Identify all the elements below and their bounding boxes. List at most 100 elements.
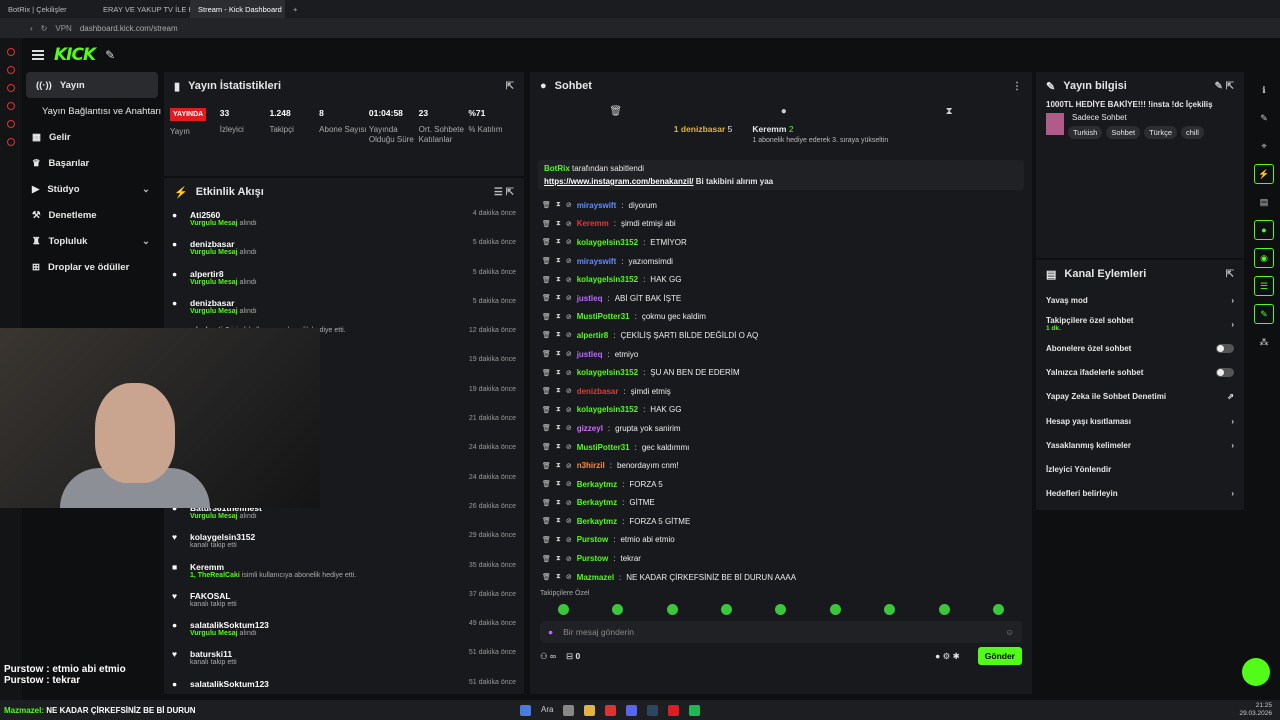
send-button[interactable]: Gönder xyxy=(977,647,1022,666)
chat-username[interactable]: MustiPotter31 xyxy=(577,312,630,321)
folder-icon[interactable] xyxy=(584,704,596,716)
ban-icon[interactable]: ⊘ xyxy=(566,573,572,581)
delete-message-icon[interactable]: 🗑 xyxy=(542,424,551,432)
category-thumbnail[interactable] xyxy=(1046,113,1064,135)
timeout-icon[interactable]: ⧗ xyxy=(556,257,561,265)
ban-icon[interactable]: ⊘ xyxy=(566,201,572,209)
chat-username[interactable]: mirayswift xyxy=(577,257,617,266)
ban-icon[interactable]: ⊘ xyxy=(566,555,572,563)
ban-icon[interactable]: ⊘ xyxy=(566,517,572,525)
rail-icon[interactable] xyxy=(7,66,15,74)
ban-icon[interactable]: ⊘ xyxy=(566,313,572,321)
rail-icon[interactable] xyxy=(7,102,15,110)
rail-icon[interactable] xyxy=(7,120,15,128)
ban-icon[interactable]: ⊘ xyxy=(566,536,572,544)
list-icon[interactable]: ☰ xyxy=(1254,276,1274,296)
activity-user[interactable]: Ati2560 xyxy=(190,210,257,220)
chat-username[interactable]: mirayswift xyxy=(577,201,617,210)
chat-username[interactable]: Purstow xyxy=(577,554,609,563)
kick-logo[interactable]: KICK xyxy=(54,45,96,65)
delete-message-icon[interactable]: 🗑 xyxy=(542,499,551,507)
bolt-icon[interactable]: ⚡ xyxy=(1254,164,1274,184)
timeout-icon[interactable]: ⧗ xyxy=(556,499,561,507)
rail-icon[interactable] xyxy=(7,138,15,146)
points-icon[interactable]: ⚇ ∞ xyxy=(540,651,556,662)
spotify-icon[interactable] xyxy=(689,704,701,716)
chat-username[interactable]: Mazmazel xyxy=(577,573,614,582)
timeout-icon[interactable]: ⧗ xyxy=(556,480,561,488)
tag[interactable]: Turkish xyxy=(1068,126,1103,139)
chat-message[interactable]: 🗑 ⧗ ⊘ Purstow: etmio abi etmio xyxy=(530,531,1032,550)
channel-action-item[interactable]: Yavaş mod › xyxy=(1036,288,1244,312)
popout-icon[interactable]: ⇱ xyxy=(1226,269,1234,280)
timeout-icon[interactable]: ⧗ xyxy=(556,573,561,581)
chat-username[interactable]: kolaygelsin3152 xyxy=(577,368,638,377)
ban-icon[interactable]: ⊘ xyxy=(566,369,572,377)
channel-action-item[interactable]: Yalnızca ifadelerle sohbet xyxy=(1036,361,1244,385)
sidebar-item-basarilar[interactable]: ♛ Başarılar xyxy=(22,150,162,176)
channel-action-item[interactable]: Takipçilere özel sohbet 1 dk. › xyxy=(1036,312,1244,336)
timeout-icon[interactable]: ⧗ xyxy=(556,424,561,432)
timeout-icon[interactable]: ⧗ xyxy=(556,536,561,544)
activity-user[interactable]: baturski11 xyxy=(190,649,237,659)
timeout-icon[interactable]: ⧗ xyxy=(556,443,561,451)
new-tab-button[interactable]: + xyxy=(285,0,305,18)
emote[interactable] xyxy=(557,603,569,615)
ban-icon[interactable]: ⊘ xyxy=(566,387,572,395)
timeout-icon[interactable]: ⧗ xyxy=(556,387,561,395)
chat-username[interactable]: n3hirzil xyxy=(577,461,605,470)
clock[interactable]: 21:25 29.03.2026 xyxy=(1239,702,1272,718)
activity-user[interactable]: Keremm xyxy=(190,562,356,572)
timeout-icon[interactable]: ⧗ xyxy=(556,517,561,525)
chat-username[interactable]: Keremm xyxy=(577,219,609,228)
trash-icon[interactable]: 🗑 xyxy=(609,106,622,117)
chat-username[interactable]: alpertir8 xyxy=(577,331,609,340)
tag[interactable]: Türkçe xyxy=(1144,126,1178,139)
activity-user[interactable]: salatalikSoktum123 xyxy=(190,620,269,630)
emoji-icon[interactable]: ☺ xyxy=(1005,627,1014,637)
activity-user[interactable]: FAKOSAL xyxy=(190,591,237,601)
chat-message[interactable]: 🗑 ⧗ ⊘ justleq: ABİ GİT BAK İŞTE xyxy=(530,289,1032,308)
chat-message[interactable]: 🗑 ⧗ ⊘ denizbasar: şimdi etmiş xyxy=(530,382,1032,401)
chat-username[interactable]: denizbasar xyxy=(577,387,619,396)
timeout-icon[interactable]: ⧗ xyxy=(556,350,561,358)
ban-icon[interactable]: ⊘ xyxy=(566,443,572,451)
sidebar-item-gelir[interactable]: ▦ Gelir xyxy=(22,124,162,150)
delete-message-icon[interactable]: 🗑 xyxy=(542,480,551,488)
ban-icon[interactable]: ⊘ xyxy=(566,424,572,432)
channel-action-item[interactable]: Hedefleri belirleyin › xyxy=(1036,482,1244,506)
chat-message[interactable]: 🗑 ⧗ ⊘ kolaygelsin3152: HAK GG xyxy=(530,401,1032,420)
opera-icon[interactable] xyxy=(605,704,617,716)
sidebar-item-yayin[interactable]: ((·)) Yayın xyxy=(26,72,158,98)
apps-icon[interactable]: ⁂ xyxy=(1254,332,1274,352)
channel-action-item[interactable]: Yapay Zeka ile Sohbet Denetimi ⇗ xyxy=(1036,385,1244,409)
delete-message-icon[interactable]: 🗑 xyxy=(542,462,551,470)
sidebar-item-droplar[interactable]: ⊞ Droplar ve ödüller xyxy=(22,254,162,280)
ban-icon[interactable]: ⊘ xyxy=(566,350,572,358)
reload-icon[interactable]: ↻ xyxy=(41,24,48,33)
emote[interactable] xyxy=(884,603,896,615)
emote[interactable] xyxy=(721,603,733,615)
filter-icon[interactable]: ☰ ⇱ xyxy=(494,187,514,198)
ban-icon[interactable]: ⊘ xyxy=(566,276,572,284)
delete-message-icon[interactable]: 🗑 xyxy=(542,443,551,451)
chat-username[interactable]: gizzeyl xyxy=(577,424,603,433)
back-icon[interactable]: ‹ xyxy=(30,24,33,33)
chat-message[interactable]: 🗑 ⧗ ⊘ alpertir8: ÇEKİLİŞ ŞARTI BİLDE DEĞ… xyxy=(530,326,1032,345)
steam-icon[interactable] xyxy=(647,704,659,716)
activity-user[interactable]: kolaygelsin3152 xyxy=(190,532,255,542)
vpn-badge[interactable]: VPN xyxy=(55,24,71,33)
rail-icon[interactable] xyxy=(7,48,15,56)
emote[interactable] xyxy=(829,603,841,615)
timeout-icon[interactable]: ⧗ xyxy=(556,555,561,563)
chat-message[interactable]: 🗑 ⧗ ⊘ mirayswift: diyorum xyxy=(530,196,1032,215)
doc-icon[interactable]: ▤ xyxy=(1254,192,1274,212)
chat-message[interactable]: 🗑 ⧗ ⊘ MustiPotter31: gec kaldımmı xyxy=(530,438,1032,457)
bubble-icon[interactable]: ● xyxy=(781,106,787,117)
ban-icon[interactable]: ⊘ xyxy=(566,480,572,488)
timeout-icon[interactable]: ⧗ xyxy=(556,462,561,470)
ban-icon[interactable]: ⊘ xyxy=(566,331,572,339)
browser-tab-kick[interactable]: Stream - Kick Dashboard xyxy=(190,0,285,18)
ban-icon[interactable]: ⊘ xyxy=(566,220,572,228)
ban-icon[interactable]: ⊘ xyxy=(566,238,572,246)
